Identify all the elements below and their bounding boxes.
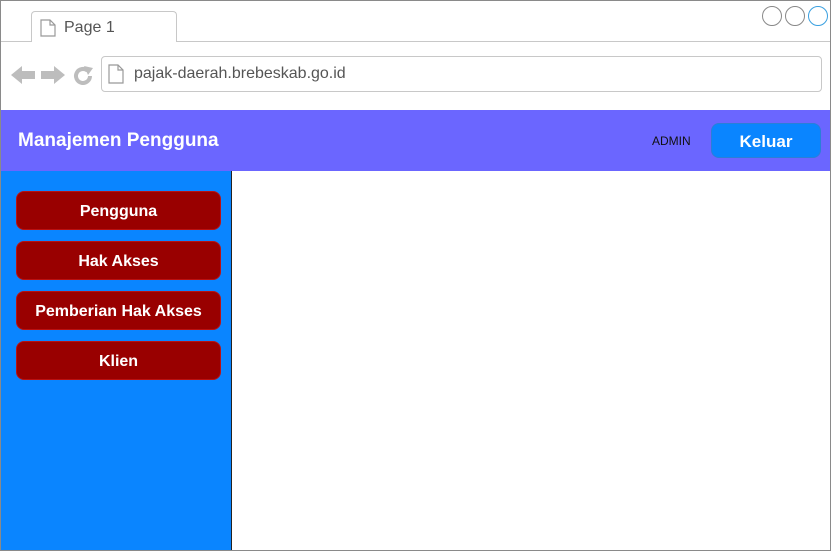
page-icon [40,19,56,42]
tab-title: Page 1 [64,19,115,36]
sidebar-item-pemberian-hak-akses[interactable]: Pemberian Hak Akses [16,291,221,330]
page-title: Manajemen Pengguna [18,130,219,151]
main-content-area [232,171,830,550]
navigation-bar: pajak-daerah.brebeskab.go.id [1,42,830,110]
browser-tab[interactable]: Page 1 [31,11,177,42]
reload-icon[interactable] [72,65,94,92]
window-control-icon[interactable] [762,6,782,26]
logout-button[interactable]: Keluar [711,123,821,158]
app-header: Manajemen Pengguna ADMIN Keluar [1,110,830,171]
sidebar: Pengguna Hak Akses Pemberian Hak Akses K… [1,171,232,550]
window-controls [762,6,828,26]
sidebar-item-hak-akses[interactable]: Hak Akses [16,241,221,280]
window-control-icon[interactable] [785,6,805,26]
page-icon [108,64,124,89]
sidebar-item-pengguna[interactable]: Pengguna [16,191,221,230]
tab-bar: Page 1 [1,1,830,42]
current-user-label: ADMIN [652,134,691,148]
browser-window: Page 1 pajak-daerah.brebeskab.go.id Mana… [0,0,831,551]
window-control-icon[interactable] [808,6,828,26]
url-text[interactable]: pajak-daerah.brebeskab.go.id [134,65,346,83]
back-arrow-icon[interactable] [11,65,35,90]
forward-arrow-icon[interactable] [41,65,65,90]
address-bar[interactable]: pajak-daerah.brebeskab.go.id [101,56,822,92]
sidebar-item-klien[interactable]: Klien [16,341,221,380]
